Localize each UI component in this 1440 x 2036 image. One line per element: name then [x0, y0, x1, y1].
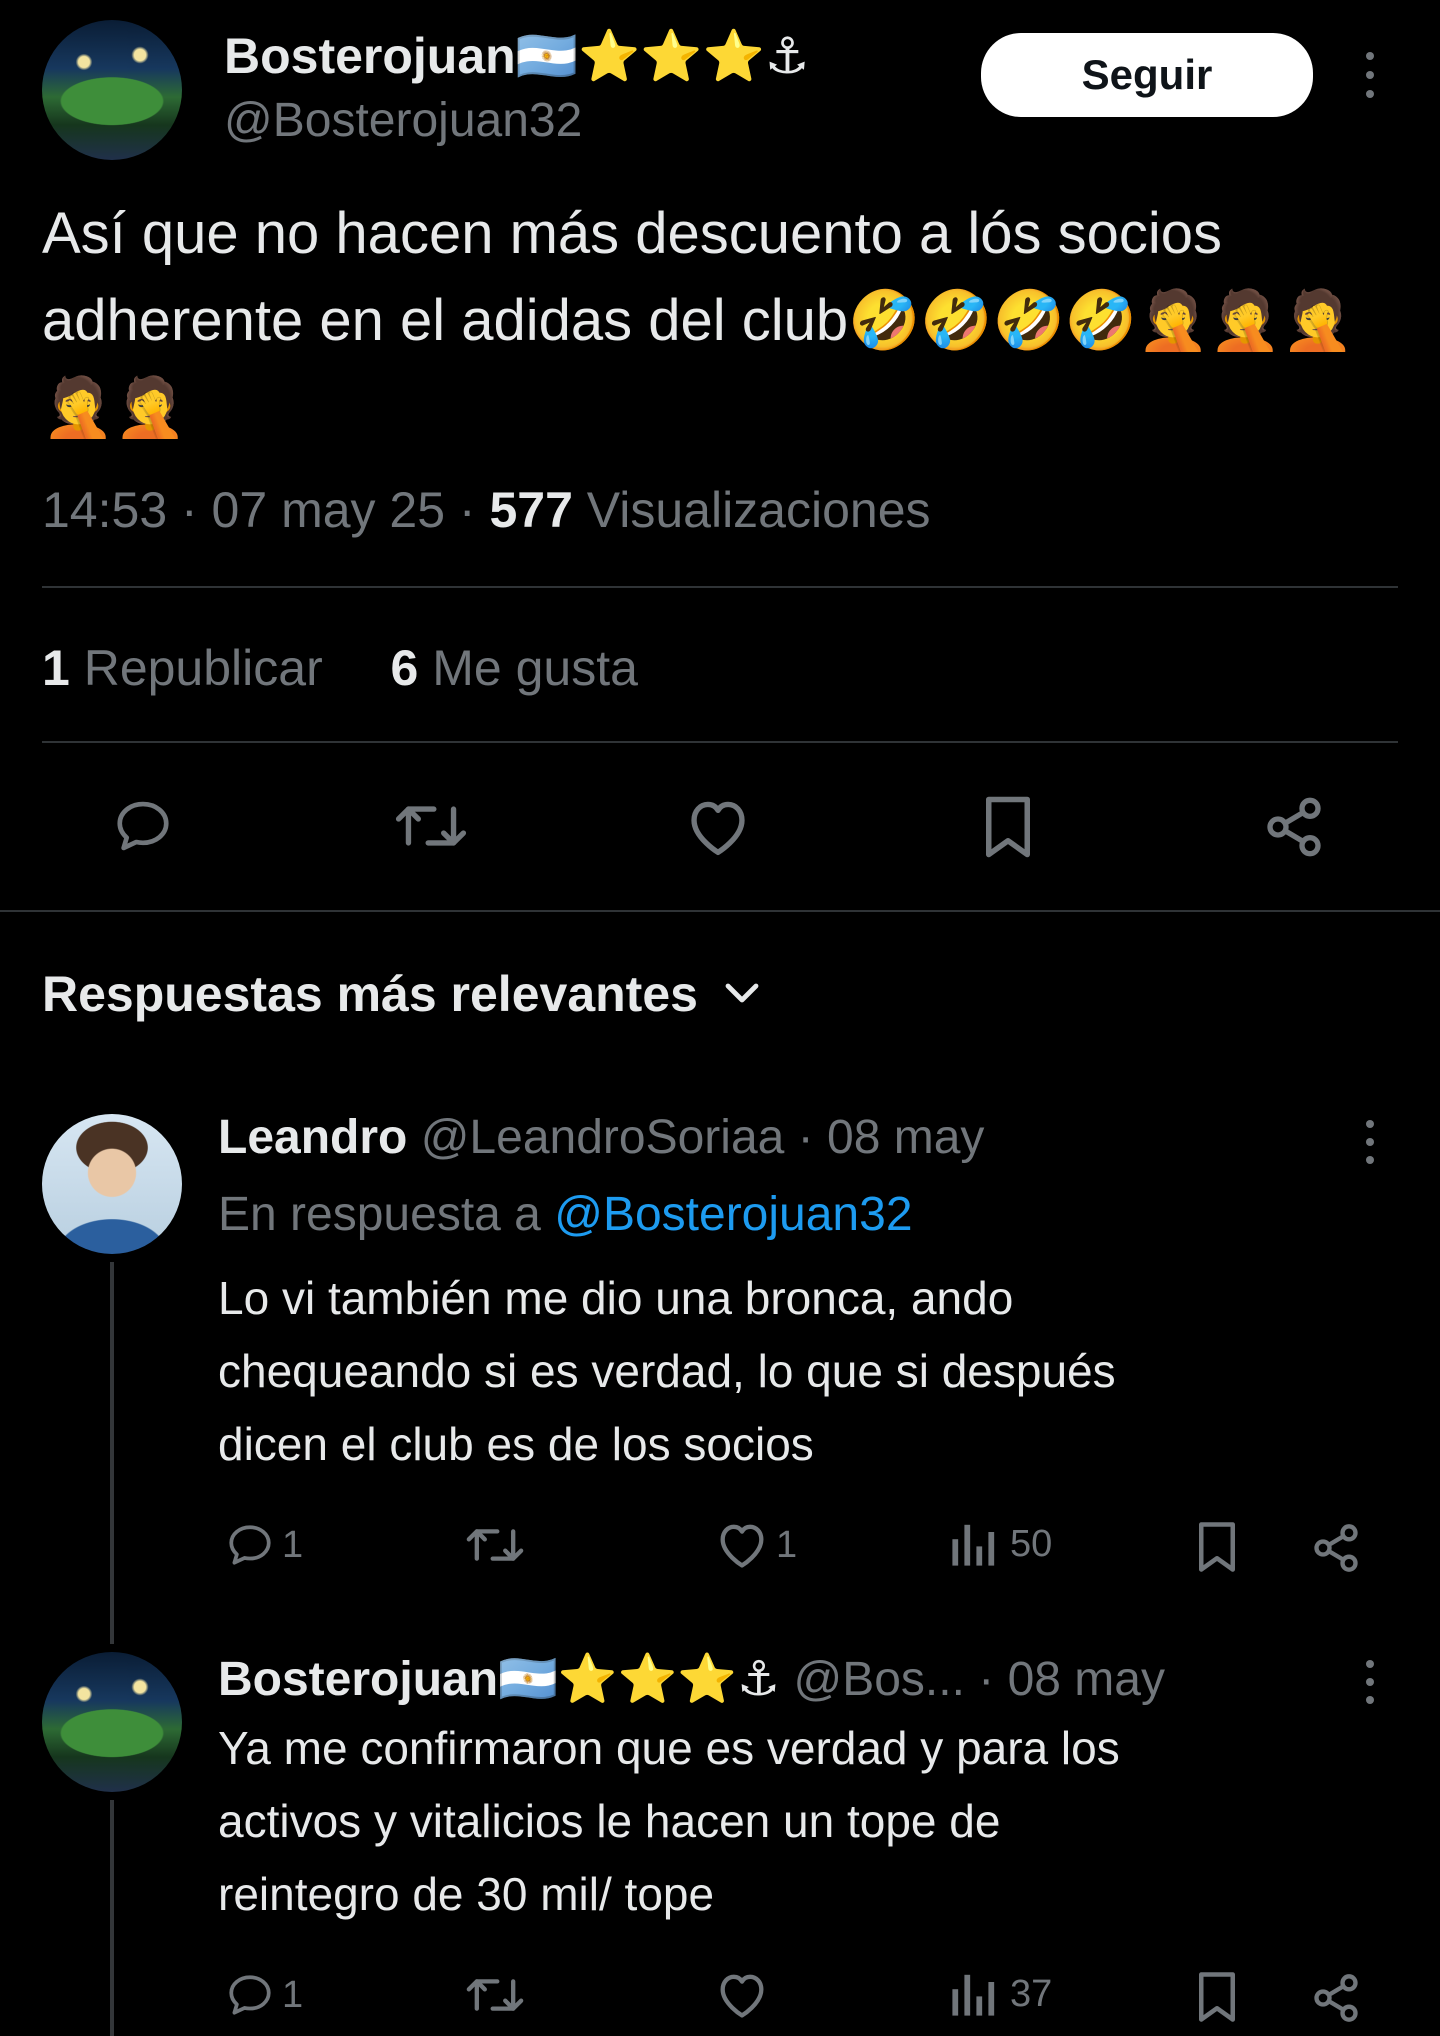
divider — [42, 586, 1398, 588]
reposts-stat[interactable]: 1 Republicar — [42, 640, 323, 696]
reply-avatar[interactable] — [42, 1114, 182, 1254]
reply-icon — [229, 1975, 271, 2015]
reply-like-button[interactable] — [714, 1970, 776, 2020]
reply-date[interactable]: · 08 may — [784, 1111, 985, 1164]
reply-reply-button[interactable]: 1 — [224, 1970, 303, 2020]
share-icon — [1314, 1524, 1358, 1572]
views-count: 50 — [1010, 1522, 1053, 1565]
reply-icon — [117, 801, 169, 851]
thread-line — [110, 1262, 114, 1644]
views-icon — [952, 1974, 995, 2016]
heart-icon — [720, 1974, 764, 2018]
tweet-text: Así que no hacen más descuento a lós soc… — [42, 201, 1354, 440]
divider — [42, 741, 1398, 743]
reply-views-button[interactable]: 37 — [950, 1970, 1052, 2018]
reply-bookmark-button[interactable] — [1194, 1520, 1240, 1574]
reply-more-icon[interactable] — [1364, 1660, 1376, 1704]
share-icon — [1267, 797, 1321, 857]
reply-icon — [229, 1525, 271, 1565]
repost-icon — [395, 806, 467, 846]
replying-to: En respuesta a @Bosterojuan32 — [218, 1188, 913, 1241]
reply-repost-button[interactable] — [464, 1970, 532, 2020]
heart-icon — [720, 1524, 764, 1568]
reply-reply-button[interactable]: 1 — [224, 1520, 303, 1570]
bookmark-icon — [1199, 1972, 1235, 2022]
share-icon — [1314, 1974, 1358, 2022]
repost-icon — [466, 1979, 524, 2011]
views-count: 37 — [1010, 1972, 1053, 2015]
thread-line — [110, 1800, 114, 2036]
reply-repost-button[interactable] — [464, 1520, 532, 1570]
author-avatar[interactable] — [42, 20, 182, 160]
views-count: 577 — [489, 482, 573, 538]
follow-button[interactable]: Seguir — [981, 33, 1313, 117]
reply-author-handle[interactable]: @Bos... — [793, 1653, 964, 1706]
reply-more-icon[interactable] — [1364, 1120, 1376, 1164]
replies-sort-label: Respuestas más relevantes — [42, 966, 698, 1022]
reply-author-handle[interactable]: @LeandroSoriaa — [421, 1111, 785, 1164]
reply-button[interactable] — [110, 795, 176, 857]
more-options-icon[interactable] — [1364, 52, 1376, 98]
tweet-timestamp[interactable]: 14:53 · 07 may 25 · — [42, 482, 489, 538]
reply-like-button[interactable]: 1 — [714, 1520, 797, 1570]
reply-header: Leandro @LeandroSoriaa · 08 may — [218, 1106, 984, 1170]
repost-button[interactable] — [393, 795, 469, 857]
likes-stat[interactable]: 6 Me gusta — [391, 640, 638, 696]
reply-date[interactable]: · 08 may — [965, 1653, 1165, 1706]
views-icon — [952, 1524, 995, 1566]
reply-author-name[interactable]: Bosterojuan🇦🇷⭐⭐⭐⚓ — [218, 1653, 780, 1706]
bookmark-button[interactable] — [980, 794, 1036, 860]
like-button[interactable] — [684, 796, 752, 858]
tweet-meta: 14:53 · 07 may 25 · 577 Visualizaciones — [42, 478, 931, 542]
reply-header: Bosterojuan🇦🇷⭐⭐⭐⚓ @Bos... · 08 may — [218, 1648, 1165, 1712]
replies-sort-dropdown[interactable]: Respuestas más relevantes — [42, 962, 762, 1026]
tweet-stats: 1 Republicar 6 Me gusta — [42, 636, 638, 700]
like-count: 1 — [776, 1523, 798, 1566]
bookmark-icon — [1199, 1522, 1235, 1572]
views-label: Visualizaciones — [572, 482, 931, 538]
reply-count: 1 — [282, 1973, 304, 2016]
reply-text: Lo vi también me dio una bronca, ando ch… — [218, 1272, 1116, 1470]
reply-share-button[interactable] — [1310, 1522, 1362, 1574]
chevron-down-icon — [725, 983, 759, 1003]
heart-icon — [691, 801, 745, 856]
repost-icon — [466, 1529, 524, 1561]
reply-views-button[interactable]: 50 — [950, 1520, 1052, 1568]
author-handle[interactable]: @Bosterojuan32 — [224, 90, 582, 152]
replying-to-link[interactable]: @Bosterojuan32 — [554, 1188, 912, 1241]
share-button[interactable] — [1262, 795, 1326, 859]
reply-share-button[interactable] — [1310, 1972, 1362, 2024]
reply-text: Ya me confirmaron que es verdad y para l… — [218, 1722, 1120, 1920]
reply-count: 1 — [282, 1523, 304, 1566]
section-divider — [0, 910, 1440, 912]
author-name[interactable]: Bosterojuan🇦🇷⭐⭐⭐⚓ — [224, 24, 810, 88]
reply-author-name[interactable]: Leandro — [218, 1111, 407, 1164]
reply-avatar[interactable] — [42, 1652, 182, 1792]
reply-bookmark-button[interactable] — [1194, 1970, 1240, 2024]
bookmark-icon — [986, 796, 1030, 858]
